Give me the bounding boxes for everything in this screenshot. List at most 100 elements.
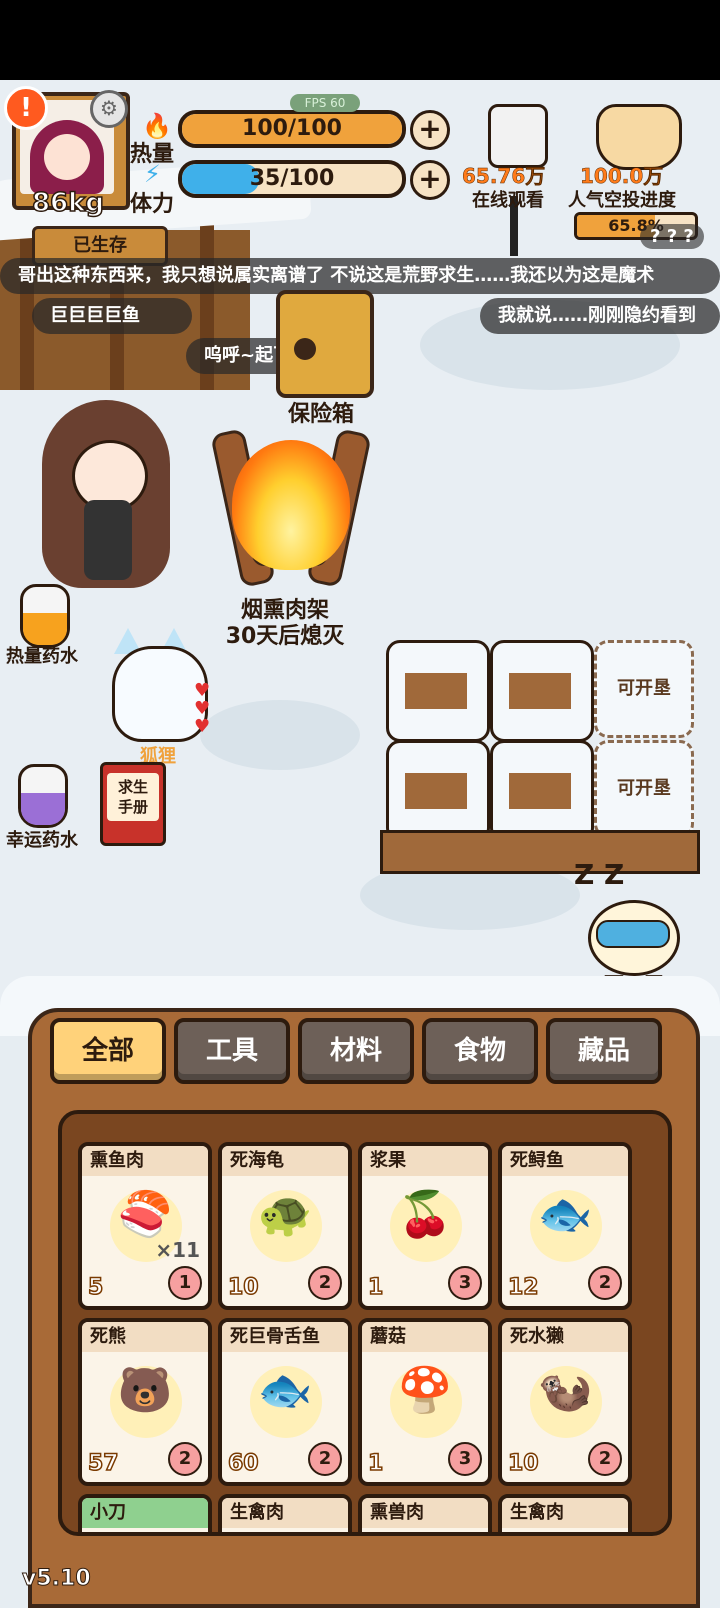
danmaku-message: 哥出这种东西来，我只想说属实离谱了 不说这是荒野求生……我还以为这是魔术	[0, 258, 720, 294]
popularity-count: 100.0万	[580, 164, 664, 189]
heart-icon: ♥	[194, 716, 211, 737]
item-weight: 3	[448, 1442, 482, 1476]
warning-icon[interactable]: !	[4, 86, 48, 130]
item-calories: 10	[227, 1274, 259, 1301]
heat-add-button[interactable]: +	[410, 110, 450, 150]
inventory-item-card[interactable]: 死鲟鱼 🐟 12 2	[498, 1142, 632, 1310]
safe-label: 保险箱	[287, 402, 354, 427]
player-weight: 86kg	[31, 187, 105, 219]
inventory-item-card[interactable]: 熏兽肉	[358, 1494, 492, 1532]
version-label: v5.10	[22, 1566, 92, 1592]
tab-tools[interactable]: 工具	[174, 1018, 290, 1084]
luck-potion-icon[interactable]	[18, 764, 68, 828]
luck-potion-label: 幸运药水	[6, 830, 78, 851]
item-icon: 🍄	[397, 1365, 453, 1416]
safe-knob	[294, 338, 316, 360]
item-weight: 2	[308, 1442, 342, 1476]
inventory-item-card[interactable]: 小刀	[78, 1494, 212, 1532]
item-calories: 1	[367, 1274, 384, 1301]
inventory-item-card[interactable]: 死海龟 🐢 10 2	[218, 1142, 352, 1310]
inventory-item-card[interactable]: 死水獭 🦦 10 2	[498, 1318, 632, 1486]
manual-line: 手册	[117, 798, 148, 816]
item-weight: 2	[588, 1266, 622, 1300]
item-weight: 2	[588, 1442, 622, 1476]
heat-potion-icon[interactable]	[20, 584, 70, 648]
inventory-item-card[interactable]: 死巨骨舌鱼 🐟 60 2	[218, 1318, 352, 1486]
stamina-label: 体力	[130, 192, 175, 217]
inventory-item-card[interactable]: 生禽肉	[498, 1494, 632, 1532]
tab-all[interactable]: 全部	[50, 1018, 166, 1084]
fence	[380, 830, 700, 874]
item-name: 死水獭	[502, 1322, 628, 1352]
inventory-item-card[interactable]: 死熊 🐻 57 2	[78, 1318, 212, 1486]
inventory-grid: 熏鱼肉 🍣 ×11 5 1 死海龟 🐢 10 2 浆果 🍒 1 3 死鲟鱼 🐟 12 2 死熊 🐻 57 2 死巨骨舌鱼 🐟…	[58, 1110, 672, 1536]
tab-food[interactable]: 食物	[422, 1018, 538, 1084]
fire-status: 30天后熄灭	[225, 624, 345, 649]
snow-patch	[200, 700, 360, 770]
item-weight: 3	[448, 1266, 482, 1300]
lightning-icon: ⚡	[144, 160, 161, 188]
gear-icon[interactable]: ⚙	[90, 90, 128, 128]
inventory-item-card[interactable]: 生禽肉	[218, 1494, 352, 1532]
sleep-mask-icon	[596, 920, 670, 948]
camera-icon[interactable]	[488, 104, 548, 168]
question-bubble: ? ? ?	[640, 224, 704, 249]
item-weight: 1	[168, 1266, 202, 1300]
item-name: 熏兽肉	[362, 1498, 488, 1528]
item-weight: 2	[308, 1266, 342, 1300]
safe-box[interactable]	[276, 290, 374, 398]
fps-indicator: FPS 60	[290, 94, 360, 112]
item-icon: 🐻	[117, 1365, 173, 1416]
item-icon: 🍣	[117, 1189, 173, 1240]
item-name: 小刀	[82, 1498, 208, 1528]
item-name: 死鲟鱼	[502, 1146, 628, 1176]
inventory-item-card[interactable]: 蘑菇 🍄 1 3	[358, 1318, 492, 1486]
farm-plot[interactable]	[490, 640, 594, 742]
fire-icon	[232, 440, 350, 570]
item-name: 熏鱼肉	[82, 1146, 208, 1176]
item-calories: 57	[87, 1450, 119, 1477]
item-name: 死巨骨舌鱼	[222, 1322, 348, 1352]
farm-plot[interactable]	[386, 640, 490, 742]
item-icon: 🐟	[537, 1189, 593, 1240]
viewers-count: 65.76万	[462, 164, 546, 189]
item-name: 浆果	[362, 1146, 488, 1176]
danmaku-message: 我就说……刚刚隐约看到	[480, 298, 720, 334]
item-icon: 🍒	[397, 1189, 453, 1240]
item-calories: 60	[227, 1450, 259, 1477]
tab-materials[interactable]: 材料	[298, 1018, 414, 1084]
manual-line: 求生	[117, 778, 148, 796]
item-calories: 1	[367, 1450, 384, 1477]
survival-manual-button[interactable]: 求生 手册	[100, 762, 166, 846]
item-icon: 🐟	[257, 1365, 313, 1416]
item-calories: 5	[87, 1274, 104, 1301]
airdrop-label: 人气空投进度	[568, 190, 676, 211]
viewers-label: 在线观看	[472, 190, 544, 211]
item-calories: 12	[507, 1274, 539, 1301]
item-name: 死熊	[82, 1322, 208, 1352]
farm-plot-unlockable[interactable]: 可开垦	[594, 740, 694, 838]
heat-value: 100/100	[242, 116, 342, 141]
heat-bar: 100/100	[178, 110, 406, 148]
status-bar	[0, 0, 720, 80]
item-icon: 🐢	[257, 1189, 313, 1240]
item-name: 生禽肉	[502, 1498, 628, 1528]
farm-plot[interactable]	[490, 740, 594, 842]
item-quantity: ×11	[155, 1238, 200, 1262]
danmaku-message: 巨巨巨巨鱼	[32, 298, 192, 334]
heat-potion-label: 热量药水	[6, 646, 78, 667]
avatar-face	[44, 134, 90, 180]
sleep-icon: Z Z	[574, 858, 625, 891]
item-name: 生禽肉	[222, 1498, 348, 1528]
inventory-item-card[interactable]: 浆果 🍒 1 3	[358, 1142, 492, 1310]
stamina-add-button[interactable]: +	[410, 160, 450, 200]
tab-collectibles[interactable]: 藏品	[546, 1018, 662, 1084]
farm-plot-unlockable[interactable]: 可开垦	[594, 640, 694, 738]
farm-plot[interactable]	[386, 740, 490, 842]
item-calories: 10	[507, 1450, 539, 1477]
item-name: 蘑菇	[362, 1322, 488, 1352]
character-body	[84, 500, 132, 580]
inventory-item-card[interactable]: 熏鱼肉 🍣 ×11 5 1	[78, 1142, 212, 1310]
stamina-value: 35/100	[249, 166, 335, 191]
stamina-bar: 35/100	[178, 160, 406, 198]
